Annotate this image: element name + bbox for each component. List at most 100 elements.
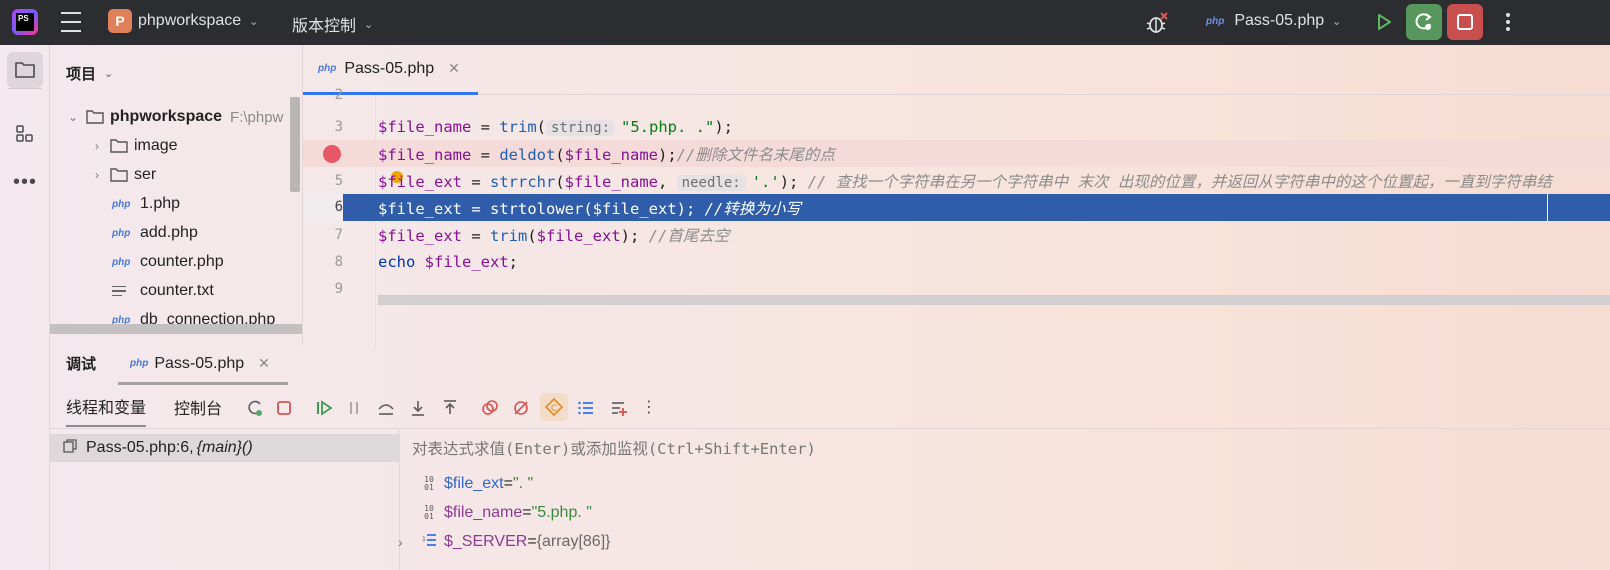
logo-icon[interactable]: PS — [12, 9, 38, 35]
chevron-down-icon: ⌄ — [1332, 15, 1342, 28]
chevron-down-icon: ⌄ — [364, 18, 374, 31]
frame-function: {main}() — [196, 439, 253, 456]
project-horizontal-scrollbar[interactable] — [50, 324, 302, 334]
project-badge[interactable]: P — [108, 9, 132, 33]
rerun-icon[interactable] — [244, 397, 266, 419]
code-line-7[interactable]: 7 $file_ext = trim($file_ext); //首尾去空 — [303, 221, 1610, 248]
debug-panel: 调试 php Pass-05.php ✕ 线程和变量 控制台 C ⋮ Pass-… — [50, 345, 1610, 570]
php-debug-icon: php — [130, 358, 149, 369]
project-panel-title[interactable]: 项目 ⌄ — [66, 63, 113, 84]
frame-icon — [62, 438, 78, 459]
run-config-selector[interactable]: php Pass-05.php ⌄ — [1206, 12, 1341, 30]
tree-item-image[interactable]: › image — [90, 132, 178, 160]
evaluate-expression-input[interactable]: 对表达式求值(Enter)或添加监视(Ctrl+Shift+Enter) — [412, 437, 816, 459]
tree-item-counter-txt[interactable]: counter.txt — [112, 277, 214, 305]
folder-icon — [110, 139, 128, 153]
debug-bug-icon[interactable] — [1144, 10, 1170, 36]
step-out-icon[interactable] — [439, 397, 461, 419]
code-editor: php Pass-05.php ✕ 2 3 $file_name = trim(… — [302, 45, 1610, 350]
pause-icon[interactable] — [343, 397, 365, 419]
root-name: phpworkspace — [110, 108, 223, 125]
more-icon[interactable]: ⋮ — [638, 397, 660, 419]
more-icon[interactable] — [1498, 10, 1518, 34]
chevron-down-icon: ⌄ — [104, 68, 114, 80]
folder-icon — [110, 168, 128, 182]
chevron-down-icon: ⌄ — [249, 15, 259, 28]
debug-title: 调试 — [66, 356, 97, 373]
array-icon: 1 — [422, 532, 436, 553]
php-file-icon: php — [112, 256, 131, 268]
param-hint: string: — [546, 119, 616, 136]
code-line-3[interactable]: 3 $file_name = trim(string: "5.php. ."); — [303, 113, 1610, 140]
chevron-right-icon[interactable]: › — [398, 534, 403, 550]
stop-icon[interactable] — [273, 397, 295, 419]
title-bar: PS P phpworkspace ⌄ 版本控制 ⌄ php Pass-05.p… — [0, 0, 1610, 45]
breakpoint-icon[interactable] — [323, 144, 341, 163]
tree-item-add-php[interactable]: php add.php — [112, 219, 198, 247]
vcs-menu[interactable]: 版本控制 ⌄ — [292, 12, 373, 36]
structure-icon — [16, 125, 33, 142]
tree-item-ser[interactable]: › ser — [90, 161, 156, 189]
tree-item-counter-php[interactable]: php counter.php — [112, 248, 224, 276]
variable-icon: 10 01 — [424, 475, 434, 492]
step-over-icon[interactable] — [375, 397, 397, 419]
php-file-icon: php — [112, 227, 131, 239]
code-line-8[interactable]: 8 echo $file_ext; — [303, 248, 1610, 275]
add-watch-icon[interactable] — [608, 397, 630, 419]
project-vertical-scrollbar[interactable] — [290, 97, 300, 192]
project-selector[interactable]: phpworkspace ⌄ — [138, 12, 258, 30]
svg-text:1: 1 — [422, 536, 426, 543]
project-tool-button[interactable] — [7, 52, 43, 88]
close-icon[interactable]: ✕ — [258, 355, 270, 372]
code-line-2: 2 — [334, 87, 343, 103]
tree-item-1-php[interactable]: php 1.php — [112, 190, 180, 218]
variable-row[interactable]: 10 01 $file_name = "5.php. " — [422, 499, 592, 527]
php-file-icon: php — [112, 198, 131, 210]
structure-tool-button[interactable] — [7, 116, 43, 152]
close-icon[interactable]: ✕ — [448, 60, 460, 77]
frame-item-main[interactable]: Pass-05.php:6, {main}() — [50, 434, 400, 462]
folder-icon — [15, 62, 35, 78]
debug-header: 调试 php Pass-05.php ✕ — [50, 345, 1610, 385]
frames-list-icon[interactable] — [575, 397, 597, 419]
stop-button[interactable] — [1447, 4, 1483, 40]
resume-icon[interactable] — [313, 397, 335, 419]
code-line-6-execution-point[interactable]: 6 $file_ext = strtolower($file_ext); //转… — [303, 194, 1610, 221]
frames-list: Pass-05.php:6, {main}() — [50, 430, 400, 570]
variable-icon: 10 01 — [424, 504, 434, 521]
php-listen-connections-icon[interactable]: C — [540, 393, 568, 421]
hamburger-icon[interactable] — [60, 12, 82, 32]
variable-row[interactable]: 10 01 $file_ext = ". " — [422, 470, 533, 498]
frame-label: Pass-05.php:6, — [86, 439, 194, 456]
tab-console[interactable]: 控制台 — [174, 387, 222, 427]
view-breakpoints-icon[interactable] — [479, 397, 501, 419]
svg-text:C: C — [551, 404, 557, 414]
variable-row[interactable]: › 1 $_SERVER = {array[86]} — [398, 528, 610, 556]
chevron-down-icon[interactable]: ⌄ — [66, 110, 80, 124]
project-panel: 项目 ⌄ ⌄ phpworkspace F:\phpw › image › se… — [50, 45, 302, 345]
debug-toolbar: 线程和变量 控制台 C ⋮ — [50, 387, 1610, 429]
tool-window-strip: ••• — [0, 45, 50, 570]
code-line-4[interactable]: $file_name = deldot($file_name);//删除文件名末… — [303, 140, 1610, 167]
rerun-debug-button[interactable] — [1406, 4, 1442, 40]
code-line-5[interactable]: 5 $file_ext = strrchr($file_name, needle… — [303, 167, 1610, 194]
folder-icon — [86, 110, 104, 124]
chevron-right-icon[interactable]: › — [90, 168, 104, 182]
run-icon — [1378, 14, 1391, 30]
root-path: F:\phpw — [230, 108, 284, 126]
run-config-name: Pass-05.php — [1234, 12, 1325, 29]
chevron-right-icon[interactable]: › — [90, 139, 104, 153]
debug-session-tab[interactable]: php Pass-05.php ✕ — [118, 345, 288, 385]
php-file-icon: php — [318, 63, 337, 74]
run-button[interactable] — [1372, 10, 1396, 34]
text-file-icon — [112, 285, 132, 297]
param-hint: needle: — [676, 174, 746, 191]
vcs-label: 版本控制 — [292, 18, 357, 35]
more-tools-icon[interactable]: ••• — [7, 164, 43, 200]
tree-root[interactable]: ⌄ phpworkspace F:\phpw — [66, 103, 283, 131]
rerun-icon — [1415, 13, 1432, 30]
editor-horizontal-scrollbar[interactable] — [378, 295, 1610, 305]
step-into-icon[interactable] — [407, 397, 429, 419]
mute-breakpoints-icon[interactable] — [510, 397, 532, 419]
tab-threads-variables[interactable]: 线程和变量 — [66, 387, 147, 427]
